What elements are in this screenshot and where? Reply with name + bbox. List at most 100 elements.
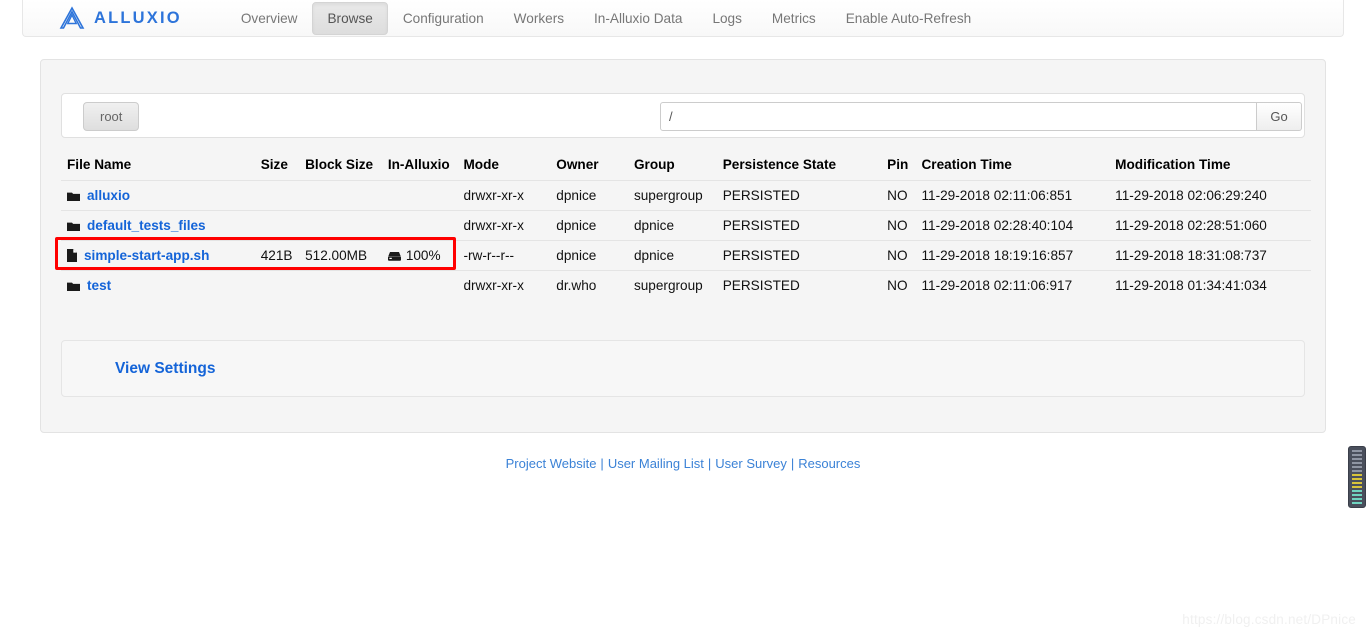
footer-links: Project Website | User Mailing List | User S… <box>0 456 1366 471</box>
col-header-mode: Mode <box>463 157 499 172</box>
cell-group: dpnice <box>627 210 717 241</box>
footer-link-resources[interactable]: Resources <box>798 456 860 471</box>
cell-in-alluxio <box>381 210 458 241</box>
cell-creation-time: 11-29-2018 02:11:06:917 <box>915 270 1110 300</box>
folder-icon <box>67 218 80 233</box>
cell-file-name: alluxio <box>61 180 255 211</box>
cell-modification-time: 11-29-2018 02:28:51:060 <box>1109 210 1311 241</box>
col-header-size: Size <box>260 157 288 172</box>
cell-owner: dpnice <box>550 180 628 211</box>
nav-item-overview[interactable]: Overview <box>226 2 313 35</box>
table-row[interactable]: test drwxr-xr-x dr.who supergroup PERSIS… <box>61 270 1311 300</box>
breadcrumb-root-button[interactable]: root <box>83 102 140 131</box>
col-header-block-size: Block Size <box>305 157 374 172</box>
top-navbar: ALLUXIO Overview Browse Configuration Wo… <box>22 0 1344 37</box>
watermark-text: https://blog.csdn.net/DPnice <box>1182 612 1356 627</box>
cell-owner: dpnice <box>550 210 628 241</box>
table-row[interactable]: simple-start-app.sh 421B 512.00MB 100% -… <box>61 240 1311 271</box>
view-settings-panel: View Settings <box>61 340 1305 397</box>
col-header-in-alluxio: In-Alluxio <box>387 157 450 172</box>
nav-items: Overview Browse Configuration Workers In… <box>226 0 986 36</box>
brand-name: ALLUXIO <box>94 8 182 27</box>
view-settings-link[interactable]: View Settings <box>115 360 216 378</box>
cell-pin: NO <box>881 270 916 300</box>
cell-block-size <box>299 180 382 211</box>
col-header-group: Group <box>633 157 675 172</box>
nav-item-workers[interactable]: Workers <box>499 2 579 35</box>
cell-file-name: simple-start-app.sh <box>61 240 255 271</box>
cell-persistence-state: PERSISTED <box>716 180 882 211</box>
go-button[interactable]: Go <box>1257 102 1302 131</box>
folder-icon <box>67 278 80 293</box>
cell-group: dpnice <box>627 240 717 271</box>
cell-mode: -rw-r--r-- <box>457 240 551 271</box>
cell-creation-time: 11-29-2018 18:19:16:857 <box>915 240 1110 271</box>
cell-owner: dpnice <box>550 240 628 271</box>
nav-item-in-alluxio-data[interactable]: In-Alluxio Data <box>579 2 697 35</box>
folder-icon <box>67 188 80 203</box>
cell-in-alluxio: 100% <box>381 240 458 271</box>
col-header-file-name: File Name <box>67 157 132 172</box>
browse-panel: root Go File Name Size Block Size In-All… <box>40 59 1326 433</box>
cell-block-size: 512.00MB <box>299 240 382 271</box>
nav-item-metrics[interactable]: Metrics <box>757 2 831 35</box>
nav-item-enable-auto-refresh[interactable]: Enable Auto-Refresh <box>831 2 986 35</box>
cell-file-name: default_tests_files <box>61 210 255 241</box>
cell-size <box>254 270 300 300</box>
col-header-persistence-state: Persistence State <box>722 157 837 172</box>
cell-creation-time: 11-29-2018 02:28:40:104 <box>915 210 1110 241</box>
file-link[interactable]: alluxio <box>87 188 130 203</box>
cell-modification-time: 11-29-2018 02:06:29:240 <box>1109 180 1311 211</box>
file-link[interactable]: default_tests_files <box>87 218 206 233</box>
alluxio-mountain-icon <box>59 6 85 30</box>
cell-size <box>254 180 300 211</box>
file-link[interactable]: test <box>87 278 111 293</box>
cell-pin: NO <box>881 180 916 211</box>
footer-separator: | <box>707 456 712 471</box>
cell-owner: dr.who <box>550 270 628 300</box>
cell-mode: drwxr-xr-x <box>457 210 551 241</box>
col-header-owner: Owner <box>556 157 599 172</box>
path-toolbar: root Go <box>61 93 1305 138</box>
cell-mode: drwxr-xr-x <box>457 180 551 211</box>
hard-drive-icon <box>387 248 401 263</box>
cell-persistence-state: PERSISTED <box>716 270 882 300</box>
nav-item-browse[interactable]: Browse <box>312 1 388 35</box>
in-alluxio-percent: 100% <box>405 248 441 263</box>
nav-item-logs[interactable]: Logs <box>697 2 756 35</box>
table-row[interactable]: alluxio drwxr-xr-x dpnice supergroup PER… <box>61 180 1311 211</box>
footer-link-user-mailing-list[interactable]: User Mailing List <box>608 456 704 471</box>
cell-mode: drwxr-xr-x <box>457 270 551 300</box>
col-header-pin: Pin <box>887 157 909 172</box>
nav-item-configuration[interactable]: Configuration <box>388 2 499 35</box>
cell-creation-time: 11-29-2018 02:11:06:851 <box>915 180 1110 211</box>
file-table-wrap: File Name Size Block Size In-Alluxio Mod… <box>61 153 1311 300</box>
cell-group: supergroup <box>627 180 717 211</box>
cell-in-alluxio <box>381 180 458 211</box>
table-header-row: File Name Size Block Size In-Alluxio Mod… <box>61 153 1311 181</box>
cell-size: 421B <box>254 240 300 271</box>
cell-group: supergroup <box>627 270 717 300</box>
cell-pin: NO <box>881 240 916 271</box>
cell-block-size <box>299 210 382 241</box>
cell-in-alluxio <box>381 270 458 300</box>
cell-block-size <box>299 270 382 300</box>
table-row[interactable]: default_tests_files drwxr-xr-x dpnice dp… <box>61 210 1311 241</box>
file-link[interactable]: simple-start-app.sh <box>84 248 209 263</box>
brand-logo-link[interactable]: ALLUXIO <box>59 6 182 30</box>
path-input[interactable] <box>660 102 1257 131</box>
cell-size <box>254 210 300 241</box>
footer-separator: | <box>600 456 604 471</box>
footer-link-user-survey[interactable]: User Survey <box>715 456 787 471</box>
cell-modification-time: 11-29-2018 01:34:41:034 <box>1109 270 1311 300</box>
col-header-modification-time: Modification Time <box>1115 157 1231 172</box>
level-meter-widget[interactable] <box>1348 446 1366 508</box>
cell-modification-time: 11-29-2018 18:31:08:737 <box>1109 240 1311 271</box>
footer-separator: | <box>790 456 795 471</box>
cell-persistence-state: PERSISTED <box>716 240 882 271</box>
cell-persistence-state: PERSISTED <box>716 210 882 241</box>
file-table: File Name Size Block Size In-Alluxio Mod… <box>61 153 1311 300</box>
footer-link-project-website[interactable]: Project Website <box>506 456 597 471</box>
file-icon <box>67 248 77 263</box>
cell-file-name: test <box>61 270 255 300</box>
